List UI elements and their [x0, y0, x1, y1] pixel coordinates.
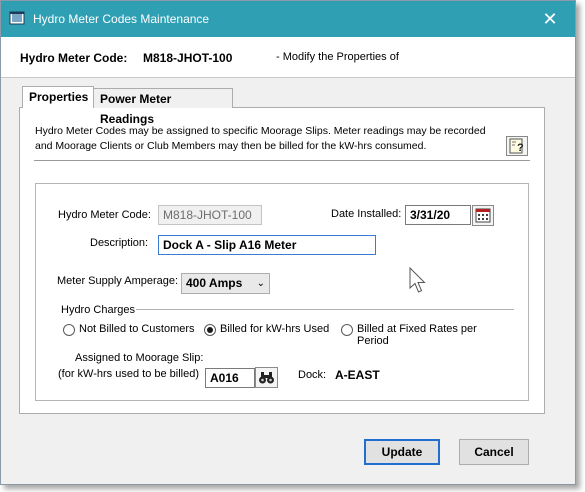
- mouse-cursor-icon: [409, 267, 426, 293]
- header-code-value: M818-JHOT-100: [143, 51, 233, 65]
- help-button[interactable]: ?: [506, 136, 528, 156]
- tab-properties[interactable]: Properties: [22, 86, 94, 108]
- description-input[interactable]: Dock A - Slip A16 Meter: [158, 235, 376, 255]
- help-icon: ?: [509, 138, 524, 154]
- properties-description: Hydro Meter Codes may be assigned to spe…: [35, 125, 486, 152]
- description-label: Description:: [90, 237, 149, 249]
- cancel-button[interactable]: Cancel: [459, 439, 529, 465]
- close-icon: ✕: [542, 9, 558, 29]
- radio-button[interactable]: [63, 324, 75, 336]
- radio-fixed-rates[interactable]: Billed at Fixed Rates per Period: [341, 323, 511, 347]
- window-title: Hydro Meter Codes Maintenance: [33, 12, 210, 26]
- amperage-label: Meter Supply Amperage:: [57, 275, 179, 287]
- description-separator: [34, 160, 530, 161]
- moorage-slip-sublabel: (for kW-hrs used to be billed): [58, 368, 200, 380]
- header-code-label: Hydro Meter Code:: [20, 51, 128, 65]
- hydro-charges-divider: [136, 309, 514, 310]
- hydro-meter-code-field: M818-JHOT-100: [158, 205, 262, 225]
- update-button[interactable]: Update: [364, 439, 440, 465]
- binoculars-icon: [259, 372, 274, 384]
- tab-power-meter-readings[interactable]: Power Meter Readings: [93, 88, 233, 126]
- calendar-icon: [475, 208, 491, 223]
- slip-lookup-button[interactable]: [255, 367, 278, 388]
- hydro-meter-code-label: Hydro Meter Code:: [58, 209, 151, 221]
- close-button[interactable]: ✕: [537, 7, 563, 31]
- amperage-value: 400 Amps: [186, 276, 243, 290]
- radio-fixed-rates-label: Billed at Fixed Rates per Period: [357, 323, 477, 347]
- radio-dot: [207, 327, 213, 333]
- date-installed-field[interactable]: 3/31/20: [405, 205, 471, 225]
- moorage-slip-label: Assigned to Moorage Slip:: [75, 352, 204, 364]
- date-picker-button[interactable]: [472, 205, 494, 226]
- title-bar[interactable]: Hydro Meter Codes Maintenance ✕: [1, 1, 575, 37]
- radio-billed-kwh-label: Billed for kW-hrs Used: [220, 323, 330, 335]
- radio-not-billed-label: Not Billed to Customers: [79, 323, 195, 335]
- radio-button[interactable]: [341, 324, 353, 336]
- radio-not-billed[interactable]: Not Billed to Customers: [63, 323, 199, 337]
- hydro-charges-label: Hydro Charges: [61, 304, 135, 316]
- radio-billed-kwh[interactable]: Billed for kW-hrs Used: [204, 323, 334, 337]
- moorage-slip-field[interactable]: A016: [205, 368, 255, 388]
- dock-value: A-EAST: [335, 368, 380, 382]
- radio-button-selected[interactable]: [204, 324, 216, 336]
- dock-label: Dock:: [298, 369, 327, 381]
- app-icon: [9, 11, 25, 25]
- amperage-select[interactable]: 400 Amps ⌄: [181, 273, 270, 294]
- header-mode-text: - Modify the Properties of: [276, 51, 399, 63]
- svg-text:?: ?: [517, 142, 524, 154]
- header-band: Hydro Meter Code: M818-JHOT-100 - Modify…: [1, 37, 575, 78]
- chevron-down-icon: ⌄: [256, 278, 265, 289]
- date-installed-label: Date Installed:: [331, 208, 402, 220]
